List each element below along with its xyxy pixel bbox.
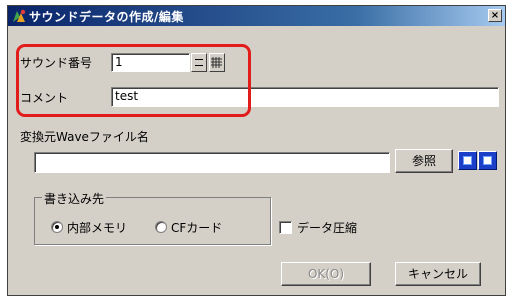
title-bar[interactable]: サウンドデータの作成/編集 × <box>8 6 505 26</box>
compress-label[interactable]: データ圧縮 <box>297 219 357 236</box>
sound-data-dialog: サウンドデータの作成/編集 × サウンド番号 1 コメント test 変換元Wa… <box>7 5 506 296</box>
ok-button[interactable]: OK(O) <box>281 262 371 286</box>
source-file-input[interactable] <box>34 152 390 173</box>
radio-internal-memory-label[interactable]: 内部メモリ <box>67 219 127 236</box>
compress-checkbox[interactable] <box>279 221 292 234</box>
radio-internal-memory[interactable] <box>51 221 63 233</box>
sound-number-label: サウンド番号 <box>20 56 93 70</box>
radio-cf-card-label[interactable]: CFカード <box>171 219 222 236</box>
sound-app-icon <box>13 9 26 22</box>
cancel-button[interactable]: キャンセル <box>395 262 481 286</box>
destination-group-label: 書き込み先 <box>42 190 107 207</box>
source-file-label: 変換元Waveファイル名 <box>20 130 149 144</box>
comment-input[interactable]: test <box>111 87 499 107</box>
close-button[interactable]: × <box>488 9 502 22</box>
stop-icon <box>483 156 492 165</box>
spin-up-icon <box>195 59 203 60</box>
spin-down-icon <box>195 65 203 66</box>
window-title: サウンドデータの作成/編集 <box>29 10 184 24</box>
stop-button[interactable] <box>478 151 497 170</box>
grid-icon <box>211 57 222 68</box>
comment-label: コメント <box>20 91 69 105</box>
sound-number-spinner[interactable] <box>191 53 207 72</box>
browse-button[interactable]: 参照 <box>395 149 453 173</box>
radio-cf-card[interactable] <box>155 221 167 233</box>
play-button[interactable] <box>458 151 477 170</box>
play-icon <box>463 156 472 165</box>
number-list-button[interactable] <box>209 53 225 72</box>
radio-selected-icon <box>55 225 59 229</box>
sound-number-input[interactable]: 1 <box>111 53 190 72</box>
close-icon: × <box>490 10 500 21</box>
